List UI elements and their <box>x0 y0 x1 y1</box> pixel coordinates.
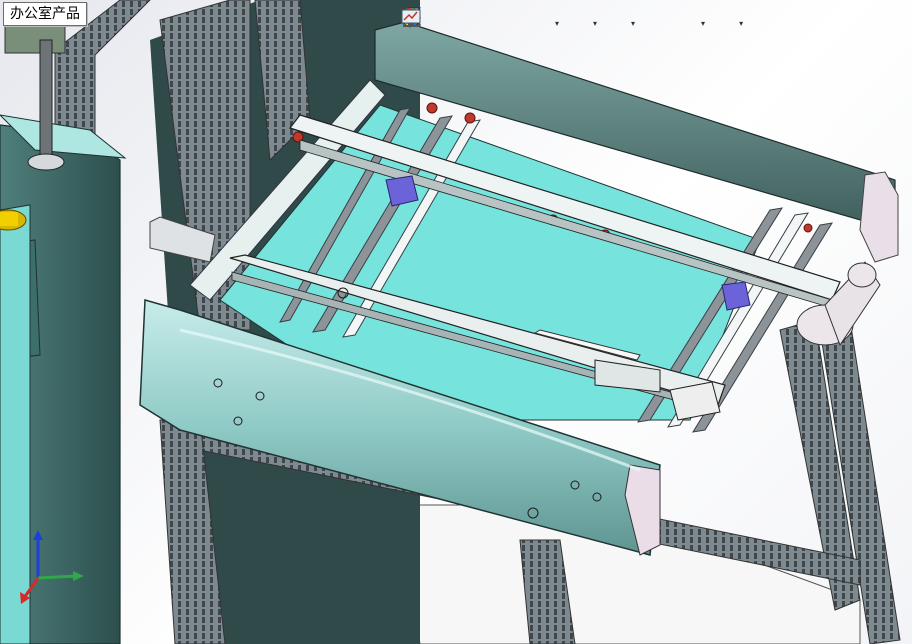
view-settings-icon[interactable] <box>401 9 740 37</box>
model-assembly[interactable] <box>0 0 912 644</box>
view-orientation-dropdown[interactable]: ▾ <box>555 19 559 28</box>
x-axis-icon <box>22 577 40 599</box>
hide-show-dropdown[interactable]: ▾ <box>631 19 635 28</box>
reference-triad <box>18 528 88 608</box>
scene-dropdown[interactable]: ▾ <box>701 19 705 28</box>
scene-icon[interactable] <box>402 9 702 37</box>
hide-show-icon[interactable] <box>402 9 632 37</box>
window-tab-title: 办公室产品 <box>3 2 87 26</box>
display-style-icon[interactable] <box>402 8 594 37</box>
appearance-icon[interactable] <box>402 8 670 37</box>
section-view-icon[interactable] <box>402 9 524 37</box>
zoom-to-area-icon[interactable] <box>402 8 460 37</box>
view-settings-dropdown[interactable]: ▾ <box>739 19 743 28</box>
back-plate-end <box>859 171 899 263</box>
graphics-area[interactable]: 办公室产品 ▾ ▾ ▾ ▾ ▾ <box>0 0 912 644</box>
previous-view-icon[interactable] <box>403 9 492 37</box>
y-axis-icon <box>37 574 77 580</box>
heads-up-view-toolbar: ▾ ▾ ▾ ▾ ▾ <box>400 6 746 40</box>
view-orientation-icon[interactable] <box>403 7 556 37</box>
display-style-dropdown[interactable]: ▾ <box>593 19 597 28</box>
